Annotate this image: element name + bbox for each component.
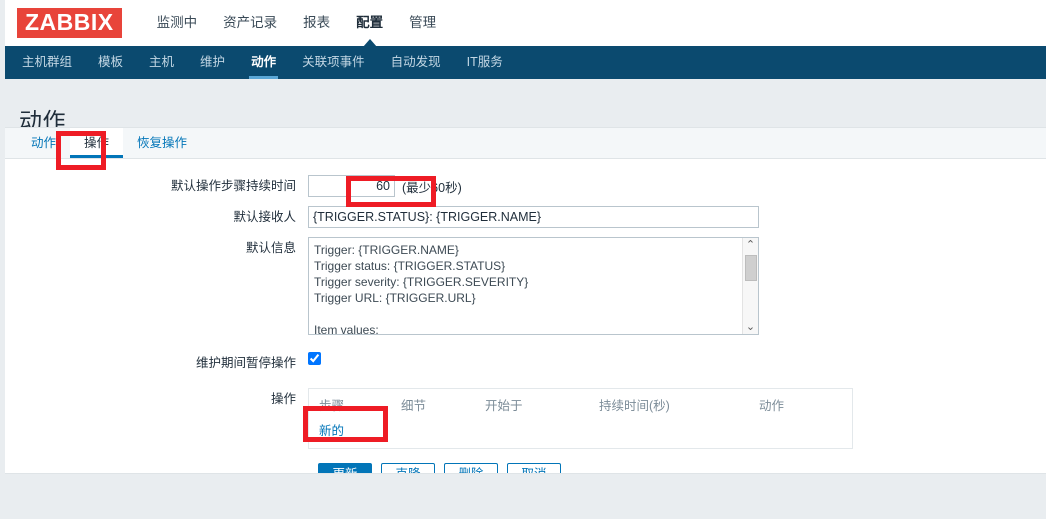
scroll-up-icon[interactable]: ⌃ <box>746 238 755 252</box>
field-row-default-message: 默认信息 Trigger: {TRIGGER.NAME} Trigger sta… <box>5 237 1046 340</box>
main-menu-item-configuration[interactable]: 配置 <box>343 0 396 47</box>
label-pause-operations: 维护期间暂停操作 <box>195 356 296 370</box>
column-header-step: 步骤 <box>319 399 345 413</box>
new-operation-link[interactable]: 新的 <box>319 424 344 438</box>
sub-nav-item-hosts[interactable]: 主机 <box>136 46 187 79</box>
default-step-duration-input[interactable] <box>308 175 395 197</box>
sub-nav-item-templates[interactable]: 模板 <box>85 46 136 79</box>
sub-nav-item-maintenance[interactable]: 维护 <box>187 46 238 79</box>
main-menu-item-reports[interactable]: 报表 <box>290 0 343 46</box>
label-default-step-duration: 默认操作步骤持续时间 <box>170 179 296 193</box>
main-menu-item-inventory[interactable]: 资产记录 <box>210 0 290 46</box>
operations-form: 默认操作步骤持续时间 (最少60秒) 默认接收人 默认信息 Trigger: { <box>5 159 1046 486</box>
pause-operations-checkbox[interactable] <box>308 352 321 365</box>
zabbix-logo[interactable]: ZABBIX <box>17 8 122 38</box>
main-menu-item-administration[interactable]: 管理 <box>396 0 449 46</box>
field-row-operations: 操作 步骤 细节 开始于 持续时间(秒) 动作 新的 <box>5 388 1046 449</box>
hint-default-step-duration: (最少60秒) <box>402 180 462 195</box>
tab-recovery-operations[interactable]: 恢复操作 <box>123 128 201 158</box>
label-operations: 操作 <box>270 392 296 406</box>
sub-nav-item-correlation[interactable]: 关联项事件 <box>289 46 378 79</box>
default-message-textarea[interactable]: Trigger: {TRIGGER.NAME} Trigger status: … <box>308 237 759 335</box>
message-scrollbar[interactable]: ⌃ ⌄ <box>742 238 758 334</box>
sub-nav-item-actions[interactable]: 动作 <box>238 46 289 79</box>
zabbix-page: ZABBIX 监测中 资产记录 报表 配置 管理 主机群组 模板 主机 维护 动… <box>0 0 1046 519</box>
top-header: ZABBIX 监测中 资产记录 报表 配置 管理 <box>0 0 1046 47</box>
label-default-subject: 默认接收人 <box>233 210 296 224</box>
operations-table-header: 步骤 细节 开始于 持续时间(秒) 动作 <box>309 389 852 419</box>
main-menu: 监测中 资产记录 报表 配置 管理 <box>144 0 450 47</box>
sub-nav-item-host-groups[interactable]: 主机群组 <box>9 46 85 79</box>
field-row-pause-operations: 维护期间暂停操作 <box>5 352 1046 374</box>
tab-strip: 动作 操作 恢复操作 <box>5 128 1046 159</box>
column-header-action: 动作 <box>759 399 785 413</box>
bottom-strip <box>5 473 1046 519</box>
content-card: 动作 操作 恢复操作 默认操作步骤持续时间 (最少60秒) 默认接收人 <box>5 127 1046 486</box>
column-header-details: 细节 <box>401 399 427 413</box>
tab-operations[interactable]: 操作 <box>70 128 124 158</box>
field-row-default-subject: 默认接收人 <box>5 206 1046 228</box>
field-row-default-step-duration: 默认操作步骤持续时间 (最少60秒) <box>5 175 1046 197</box>
default-subject-input[interactable] <box>308 206 759 228</box>
operations-table: 步骤 细节 开始于 持续时间(秒) 动作 新的 <box>308 388 853 449</box>
scroll-down-icon[interactable]: ⌄ <box>746 320 755 334</box>
title-band: 动作 <box>0 79 1046 134</box>
column-header-start-in: 开始于 <box>485 399 523 413</box>
tab-action[interactable]: 动作 <box>17 128 70 158</box>
default-message-wrapper: Trigger: {TRIGGER.NAME} Trigger status: … <box>308 237 759 340</box>
scrollbar-thumb[interactable] <box>745 255 757 281</box>
operations-table-body: 新的 <box>309 419 852 448</box>
label-default-message: 默认信息 <box>245 241 296 255</box>
sub-nav-item-it-services[interactable]: IT服务 <box>454 46 516 79</box>
sub-nav-item-discovery[interactable]: 自动发现 <box>378 46 454 79</box>
sub-navigation: 主机群组 模板 主机 维护 动作 关联项事件 自动发现 IT服务 <box>0 46 1046 79</box>
column-header-duration: 持续时间(秒) <box>599 399 670 413</box>
main-menu-item-monitoring[interactable]: 监测中 <box>144 0 211 46</box>
